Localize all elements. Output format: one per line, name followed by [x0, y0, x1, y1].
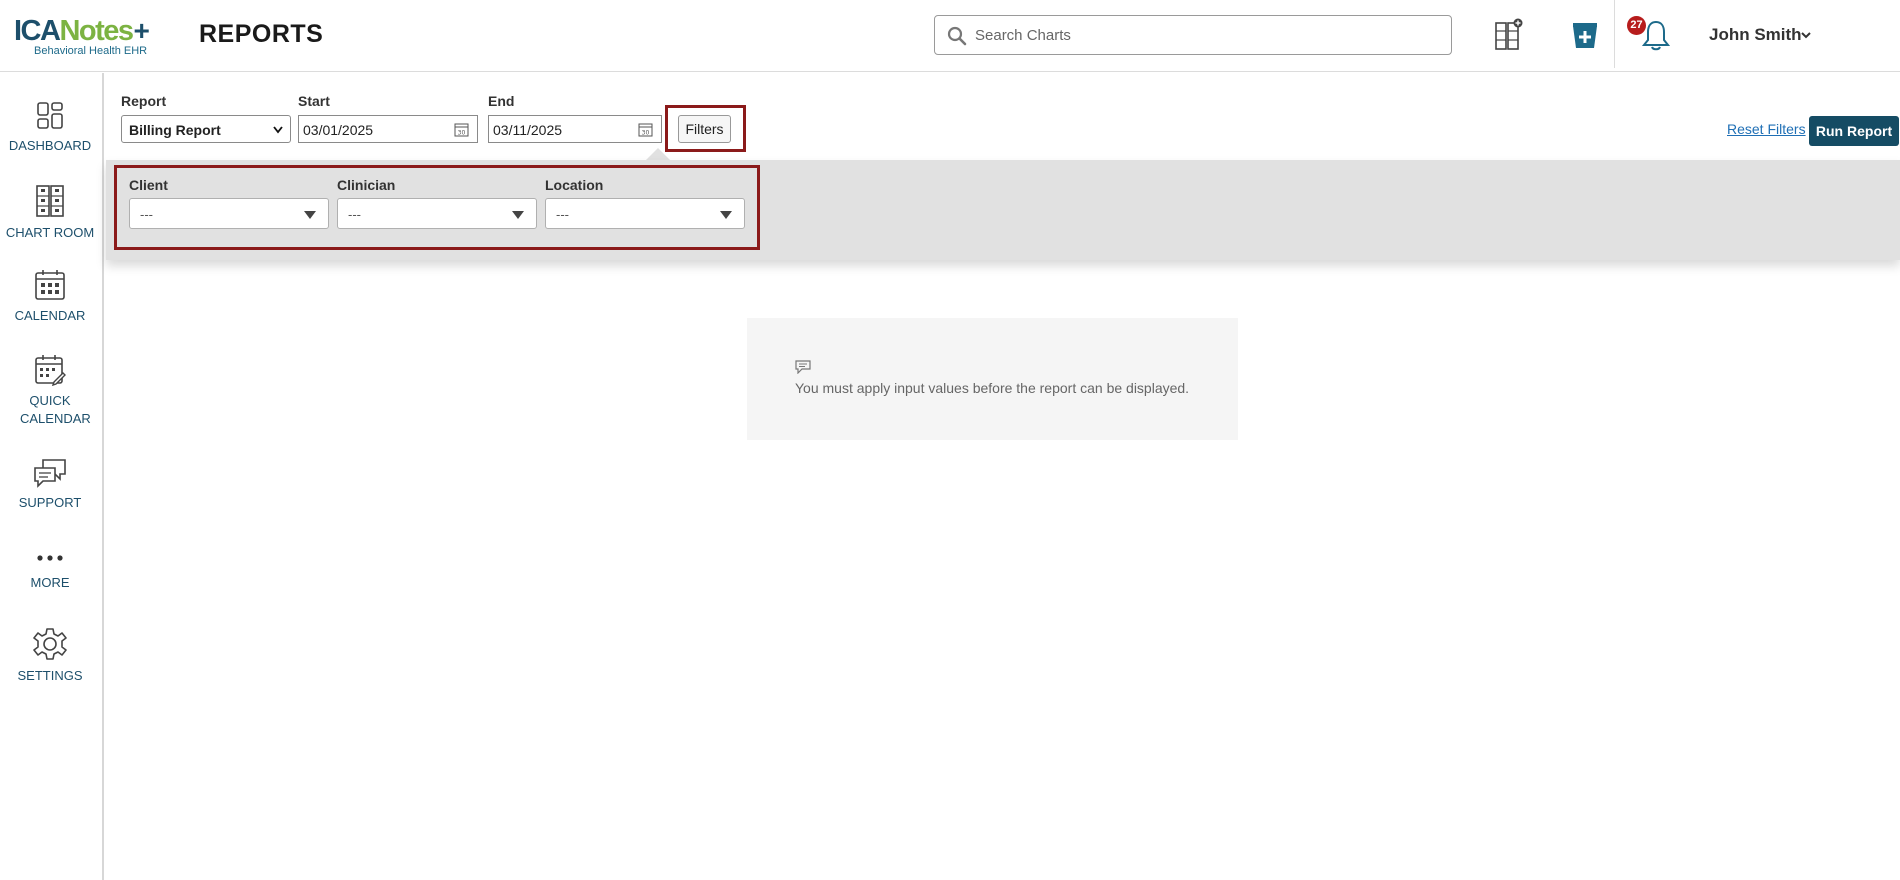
report-select[interactable]: Billing Report [121, 115, 291, 143]
filters-button[interactable]: Filters [678, 115, 731, 143]
sidebar-item-chart-room[interactable]: CHART ROOM [0, 184, 100, 242]
icanotes-logo[interactable]: ICANotes+ Behavioral Health EHR [14, 16, 174, 60]
sidebar-item-more[interactable]: MORE [0, 548, 100, 592]
svg-text:30: 30 [458, 130, 466, 137]
comment-icon [795, 360, 811, 374]
sidebar-item-dashboard[interactable]: DASHBOARD [0, 101, 100, 155]
location-select[interactable]: --- [545, 198, 745, 229]
quick-calendar-icon [35, 355, 66, 386]
calendar-icon [35, 270, 65, 300]
sidebar-item-label: CHART ROOM [5, 225, 95, 240]
logo-wordmark: ICANotes+ [14, 15, 150, 47]
location-label: Location [545, 177, 604, 193]
clinician-select[interactable]: --- [337, 198, 537, 229]
sidebar-item-settings[interactable]: SETTINGS [0, 627, 100, 685]
sidebar-item-label: MORE [30, 575, 70, 590]
chevron-down-icon[interactable] [1799, 28, 1813, 42]
prescription-icon[interactable] [1570, 18, 1600, 52]
add-chart-icon[interactable] [1494, 18, 1524, 52]
sidebar-item-label: SUPPORT [18, 495, 82, 510]
svg-text:30: 30 [642, 130, 650, 137]
location-select-value: --- [556, 207, 569, 222]
end-date-value: 03/11/2025 [493, 122, 563, 138]
sidebar-item-calendar[interactable]: CALENDAR [0, 269, 100, 325]
clinician-select-value: --- [348, 207, 361, 222]
reset-filters-link[interactable]: Reset Filters [1727, 121, 1806, 137]
search-charts-field[interactable] [934, 15, 1452, 55]
client-select[interactable]: --- [129, 198, 329, 229]
calendar-picker-icon[interactable]: 30 [454, 122, 469, 137]
more-icon [37, 555, 63, 561]
sidebar-item-label: DASHBOARD [8, 138, 92, 153]
logo-plus-icon: + [133, 15, 150, 46]
user-menu[interactable]: John Smith [1709, 25, 1802, 45]
start-date-input[interactable]: 03/01/2025 30 [298, 115, 478, 143]
header-divider [1614, 0, 1615, 68]
notification-badge: 27 [1627, 16, 1646, 35]
sidebar-item-quick-calendar[interactable]: QUICK CALENDAR [0, 354, 100, 428]
end-label: End [488, 93, 515, 109]
run-report-button[interactable]: Run Report [1809, 116, 1899, 146]
logo-tagline: Behavioral Health EHR [34, 45, 148, 57]
calendar-picker-icon[interactable]: 30 [638, 122, 653, 137]
dashboard-icon [37, 102, 63, 129]
clinician-label: Clinician [337, 177, 396, 193]
settings-icon [33, 628, 67, 660]
start-date-value: 03/01/2025 [303, 122, 374, 138]
chevron-down-icon [273, 126, 283, 134]
sidebar-item-label: QUICK CALENDAR [20, 393, 91, 426]
report-select-value: Billing Report [129, 122, 221, 138]
search-icon [947, 26, 967, 46]
search-input[interactable] [975, 24, 1435, 46]
sidebar-item-support[interactable]: SUPPORT [0, 458, 100, 512]
sidebar-item-label: CALENDAR [14, 308, 86, 323]
filter-panel-caret [646, 148, 670, 160]
dropdown-arrow-icon [720, 211, 732, 219]
sidebar-nav: DASHBOARD CHART ROOM CALENDAR QUICK CALE… [0, 73, 104, 880]
message-text: You must apply input values before the r… [795, 380, 1190, 396]
top-header: ICANotes+ Behavioral Health EHR REPORTS … [0, 0, 1900, 72]
dropdown-arrow-icon [512, 211, 524, 219]
empty-report-message: You must apply input values before the r… [747, 318, 1238, 440]
page-title: REPORTS [199, 20, 324, 48]
end-date-input[interactable]: 03/11/2025 30 [488, 115, 662, 143]
client-label: Client [129, 177, 168, 193]
client-select-value: --- [140, 207, 153, 222]
sidebar-item-label: SETTINGS [17, 668, 83, 683]
chart-room-icon [36, 185, 64, 217]
dropdown-arrow-icon [304, 211, 316, 219]
report-label: Report [121, 93, 167, 109]
start-label: Start [298, 93, 330, 109]
support-icon [34, 459, 66, 488]
